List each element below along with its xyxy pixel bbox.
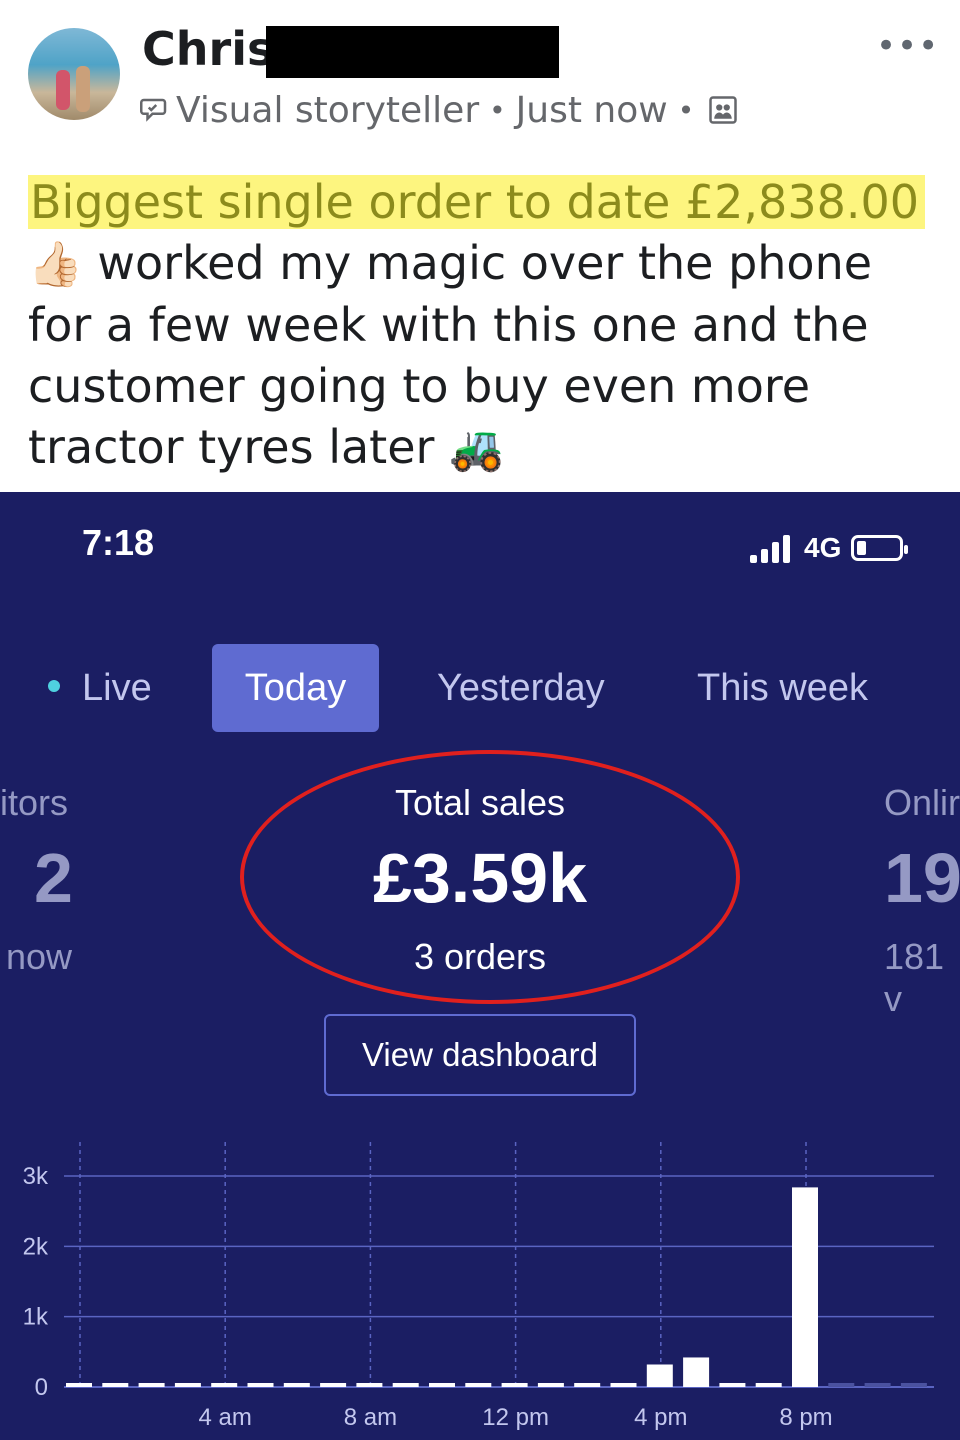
avatar-figure [56,70,70,110]
x-tick-label: 4 pm [634,1404,687,1431]
x-tick-label: 4 am [199,1404,252,1431]
y-tick-label: 1k [23,1304,49,1331]
x-tick-label: 8 am [344,1404,397,1431]
chart-bar [792,1187,818,1387]
status-indicators: 4G [750,532,909,564]
avatar-figure [76,66,90,112]
chart-bar [574,1383,601,1387]
chart-bar [211,1383,238,1387]
author-avatar[interactable] [28,28,120,120]
chart-bar [392,1383,419,1387]
chart-bar [828,1383,855,1387]
tractor-icon: 🚜 [449,423,504,474]
visitors-sub: now [6,936,73,977]
x-tick-label: 8 pm [779,1404,832,1431]
post-time[interactable]: Just now [516,90,668,131]
meta-separator: • [489,93,506,127]
facebook-post: Chris ••• Visual storyteller • Just now … [0,0,960,492]
chart-bar [610,1383,637,1387]
chart-bar [683,1357,710,1387]
post-meta: Visual storyteller • Just now • [140,86,738,134]
chart-bar [900,1383,927,1387]
meta-separator: • [677,93,695,127]
speech-bubble-icon [140,98,167,122]
chart-bar [646,1364,673,1387]
chart-bar [465,1383,492,1387]
post-body: Biggest single order to date £2,838.00 👍🏻… [28,172,938,479]
chart-bar [102,1383,129,1387]
red-circle-annotation [240,750,740,1004]
y-tick-label: 2k [23,1233,49,1260]
author-role: Visual storyteller [176,89,480,131]
hourly-sales-chart: 0 1k 2k 3k 4 am 8 am 12 pm 4 pm 8 pm [23,1142,934,1431]
live-dot-icon [48,679,60,692]
battery-icon [851,535,909,561]
thumbs-up-icon: 👍🏻 [28,239,83,290]
signal-icon [750,533,794,563]
y-tick-label: 3k [23,1163,49,1190]
chart-bar [247,1383,274,1387]
chart-bar [174,1383,201,1387]
chart-bar [537,1383,564,1387]
tab-label: Live [82,667,152,709]
view-dashboard-button[interactable]: View dashboard [324,1014,636,1096]
chart-bar [356,1383,383,1387]
sales-app-screenshot: 7:18 4G Live Today Yesterday This week i… [0,492,960,1440]
visitors-label: itors [0,782,69,823]
chart-bar [283,1383,310,1387]
tab-yesterday[interactable]: Yesterday [437,644,605,732]
tab-today[interactable]: Today [212,644,379,732]
online-value: 19 [884,839,960,917]
visitors-value: 2 [34,839,73,917]
group-audience-icon [709,96,737,124]
chart-bar [429,1383,455,1387]
y-tick-label: 0 [35,1374,48,1401]
tab-live[interactable]: Live [48,644,152,732]
chart-bar [138,1383,165,1387]
redaction-bar [266,26,559,78]
chart-bar [501,1383,528,1387]
chart-bar [755,1383,782,1387]
author-name[interactable]: Chris [142,22,274,76]
chart-bar [66,1383,92,1387]
online-sub: 181 v [884,936,945,1019]
more-options-icon[interactable]: ••• [876,26,939,66]
online-label: Onlir [884,782,960,823]
chart-bar [864,1383,891,1387]
chart-bar [719,1383,746,1387]
highlighted-text: Biggest single order to date £2,838.00 [28,175,926,229]
status-time: 7:18 [82,522,155,563]
network-type: 4G [804,532,842,563]
chart-bar [320,1383,347,1387]
tab-this-week[interactable]: This week [697,644,868,732]
x-tick-label: 12 pm [482,1404,549,1431]
